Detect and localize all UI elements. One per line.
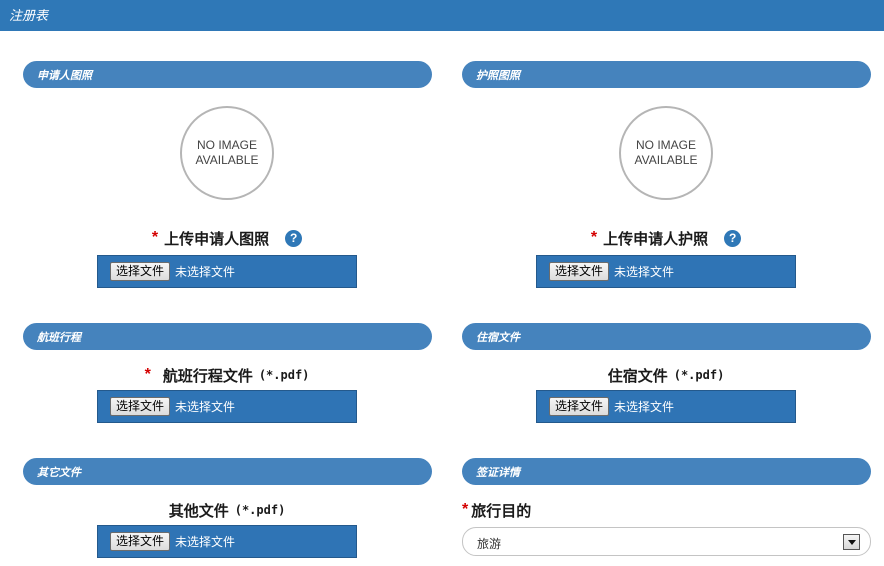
section-header-accommodation: 住宿文件 <box>462 323 871 350</box>
section-title: 护照图照 <box>476 69 520 82</box>
passport-file-input[interactable]: 选择文件 未选择文件 <box>536 255 796 288</box>
accommodation-label: 住宿文件 (*.pdf) <box>536 365 796 385</box>
applicant-photo-file-input[interactable]: 选择文件 未选择文件 <box>97 255 357 288</box>
required-asterisk: * <box>462 501 469 518</box>
selected-value: 旅游 <box>477 537 502 551</box>
section-header-visa-details: 签证详情 <box>462 458 871 485</box>
required-asterisk: * <box>144 366 151 383</box>
file-extension-hint: (*.pdf) <box>673 368 725 382</box>
field-label: 航班行程文件 <box>162 366 253 385</box>
field-label: 上传申请人护照 <box>603 229 709 248</box>
page-title: 注册表 <box>9 9 49 24</box>
choose-file-button[interactable]: 选择文件 <box>110 262 171 281</box>
choose-file-button[interactable]: 选择文件 <box>549 397 610 416</box>
section-header-passport-photo: 护照图照 <box>462 61 871 88</box>
file-status: 未选择文件 <box>614 265 675 279</box>
travel-purpose-label: * 旅行目的 <box>462 500 531 520</box>
section-title: 住宿文件 <box>476 331 520 344</box>
file-extension-hint: (*.pdf) <box>258 368 310 382</box>
field-label: 旅行目的 <box>471 501 532 520</box>
choose-file-button[interactable]: 选择文件 <box>110 532 171 551</box>
passport-photo-label: * 上传申请人护照 ? <box>536 228 796 248</box>
no-image-text: AVAILABLE <box>634 153 698 167</box>
field-label: 上传申请人图照 <box>164 229 270 248</box>
field-label: 其他文件 <box>168 501 229 520</box>
section-title: 其它文件 <box>37 466 81 479</box>
accommodation-file-input[interactable]: 选择文件 未选择文件 <box>536 390 796 423</box>
flight-itinerary-file-input[interactable]: 选择文件 未选择文件 <box>97 390 357 423</box>
file-extension-hint: (*.pdf) <box>234 503 286 517</box>
no-image-text: AVAILABLE <box>195 153 259 167</box>
passport-photo-placeholder: NO IMAGE AVAILABLE <box>619 106 713 200</box>
file-status: 未选择文件 <box>175 535 236 549</box>
choose-file-button[interactable]: 选择文件 <box>110 397 171 416</box>
section-header-flight-itinerary: 航班行程 <box>23 323 432 350</box>
other-documents-file-input[interactable]: 选择文件 未选择文件 <box>97 525 357 558</box>
chevron-down-icon[interactable] <box>843 534 860 550</box>
file-status: 未选择文件 <box>614 400 675 414</box>
section-title: 航班行程 <box>37 331 81 344</box>
required-asterisk: * <box>590 229 598 246</box>
field-label: 住宿文件 <box>607 366 668 385</box>
section-header-other-documents: 其它文件 <box>23 458 432 485</box>
no-image-text: NO IMAGE <box>635 138 696 152</box>
section-title: 签证详情 <box>476 466 520 479</box>
flight-itinerary-label: * 航班行程文件 (*.pdf) <box>97 365 357 385</box>
applicant-photo-label: * 上传申请人图照 ? <box>97 228 357 248</box>
file-status: 未选择文件 <box>175 400 236 414</box>
help-icon[interactable]: ? <box>724 229 742 247</box>
other-documents-label: 其他文件 (*.pdf) <box>97 500 357 520</box>
required-asterisk: * <box>151 229 159 246</box>
no-image-text: NO IMAGE <box>196 138 257 152</box>
file-status: 未选择文件 <box>175 265 236 279</box>
applicant-photo-placeholder: NO IMAGE AVAILABLE <box>180 106 274 200</box>
help-icon[interactable]: ? <box>285 229 303 247</box>
section-title: 申请人图照 <box>37 69 92 82</box>
travel-purpose-select[interactable]: 旅游 <box>462 527 871 556</box>
choose-file-button[interactable]: 选择文件 <box>549 262 610 281</box>
top-bar: 注册表 <box>0 0 884 31</box>
section-header-applicant-photo: 申请人图照 <box>23 61 432 88</box>
